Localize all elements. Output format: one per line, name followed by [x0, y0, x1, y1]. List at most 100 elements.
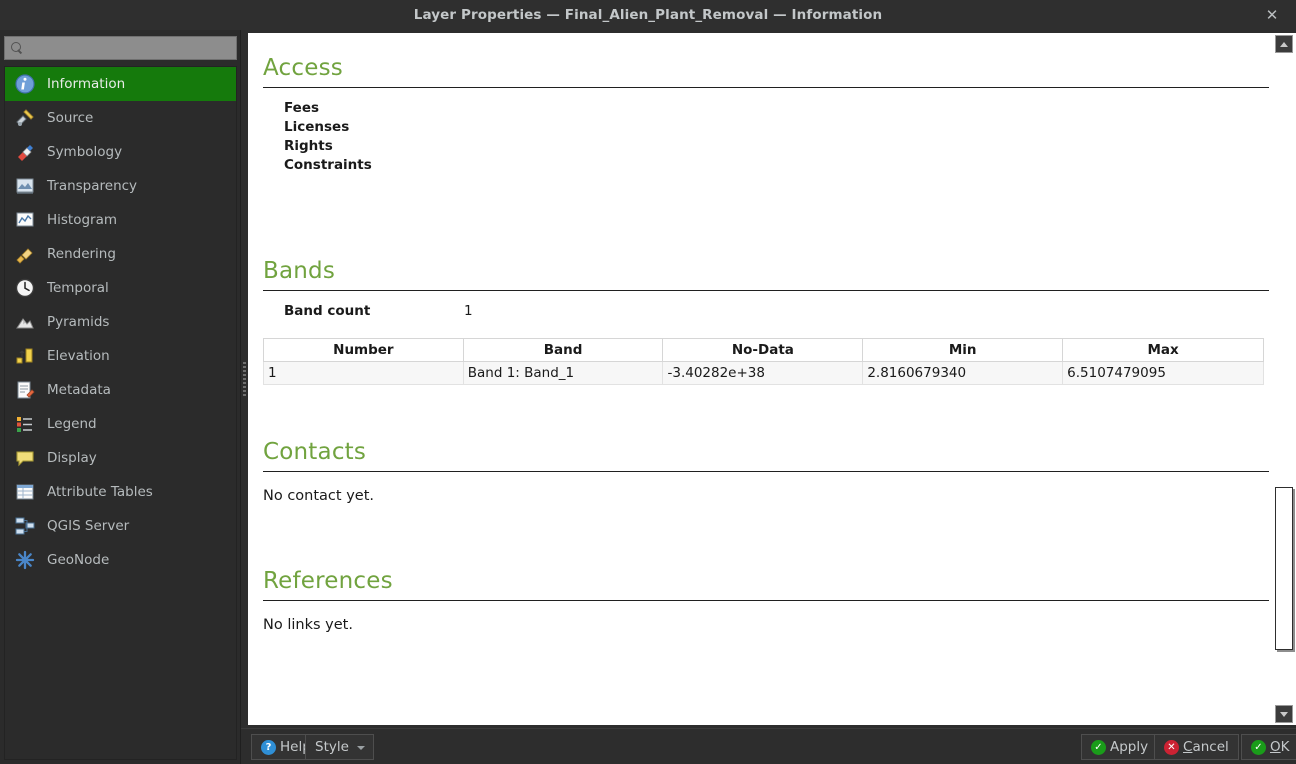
legend-icon: [14, 413, 36, 435]
section-title-contacts: Contacts: [263, 439, 367, 465]
section-title-access: Access: [263, 55, 343, 81]
information-icon: [14, 73, 36, 95]
ok-button-label: OK: [1270, 739, 1290, 755]
sidebar-item-label: Temporal: [47, 280, 109, 296]
section-contacts: Contacts No contact yet.: [263, 385, 1269, 504]
information-panel: Access Fees Licenses Rights Constraints Ban…: [248, 33, 1293, 725]
qgis-server-icon: [14, 515, 36, 537]
close-icon[interactable]: ✕: [1258, 0, 1286, 30]
bands-cell: 6.5107479095: [1062, 361, 1264, 385]
sidebar-item-label: Rendering: [47, 246, 116, 262]
bands-column-header: Number: [263, 338, 464, 362]
section-access: Access Fees Licenses Rights Constraints: [263, 33, 1269, 175]
search-input[interactable]: [24, 41, 230, 55]
sidebar-item-temporal[interactable]: Temporal: [5, 271, 236, 305]
histogram-icon: [14, 209, 36, 231]
transparency-icon: [14, 175, 36, 197]
scroll-up-arrow-icon[interactable]: [1275, 35, 1293, 53]
search-box[interactable]: [4, 36, 237, 60]
sidebar-item-attribute-tables[interactable]: Attribute Tables: [5, 475, 236, 509]
pyramids-icon: [14, 311, 36, 333]
chevron-down-icon: [356, 746, 365, 750]
bands-table-body: 1 Band 1: Band_1 -3.40282e+38 2.8160679340 6…: [263, 361, 1264, 385]
sidebar-item-information[interactable]: Information: [5, 67, 236, 101]
bands-table-header-row: Number Band No-Data Min Max: [263, 338, 1264, 362]
sidebar-item-metadata[interactable]: Metadata: [5, 373, 236, 407]
attribute-tables-icon: [14, 481, 36, 503]
symbology-icon: [14, 141, 36, 163]
sidebar-item-elevation[interactable]: Elevation: [5, 339, 236, 373]
dialog-button-bar: ? Help Style ✓ Apply ✕ Cancel ✓ OK: [241, 728, 1296, 764]
section-title-bands: Bands: [263, 258, 336, 284]
section-rule-references: [263, 600, 1269, 601]
sidebar-item-symbology[interactable]: Symbology: [5, 135, 236, 169]
sidebar-item-source[interactable]: Source: [5, 101, 236, 135]
sidebar-item-legend[interactable]: Legend: [5, 407, 236, 441]
bands-cell: -3.40282e+38: [662, 361, 864, 385]
bands-cell: Band 1: Band_1: [462, 361, 664, 385]
sidebar-item-histogram[interactable]: Histogram: [5, 203, 236, 237]
geonode-icon: [14, 549, 36, 571]
access-row: Licenses: [284, 119, 350, 135]
section-rule-bands: [263, 290, 1269, 291]
apply-button-label: Apply: [1110, 739, 1149, 755]
check-circle-icon: ✓: [1251, 739, 1266, 755]
scroll-down-arrow-icon[interactable]: [1275, 705, 1293, 723]
sidebar-item-label: Elevation: [47, 348, 110, 364]
section-bands: Bands Band count 1 Number Band No-Data Min M…: [263, 175, 1269, 385]
cancel-circle-icon: ✕: [1164, 739, 1179, 755]
band-count-row: Band count 1: [263, 303, 1269, 319]
sidebar-item-label: Information: [47, 76, 126, 92]
sidebar-item-geonode[interactable]: GeoNode: [5, 543, 236, 577]
rendering-icon: [14, 243, 36, 265]
elevation-icon: [14, 345, 36, 367]
layer-properties-dialog: Layer Properties — Final_Alien_Plant_Rem…: [0, 0, 1296, 764]
section-rule-contacts: [263, 471, 1269, 472]
bands-column-header: Min: [862, 338, 1064, 362]
sidebar-item-label: GeoNode: [47, 552, 110, 568]
cancel-button[interactable]: ✕ Cancel: [1154, 734, 1239, 760]
scrollbar-thumb[interactable]: [1275, 487, 1293, 650]
display-balloon-icon: [14, 447, 36, 469]
sidebar-item-label: Display: [47, 450, 97, 466]
bands-column-header: No-Data: [662, 338, 864, 362]
table-row: 1 Band 1: Band_1 -3.40282e+38 2.8160679340 6…: [263, 361, 1264, 385]
sidebar-item-qgis-server[interactable]: QGIS Server: [5, 509, 236, 543]
cancel-button-label: Cancel: [1183, 739, 1229, 755]
band-count-label: Band count: [284, 303, 371, 319]
style-button-label: Style: [315, 739, 349, 755]
style-button[interactable]: Style: [305, 734, 374, 760]
metadata-icon: [14, 379, 36, 401]
sidebar-item-label: Pyramids: [47, 314, 110, 330]
bands-column-header: Band: [462, 338, 664, 362]
ok-button[interactable]: ✓ OK: [1241, 734, 1296, 760]
sidebar-item-label: Attribute Tables: [47, 484, 153, 500]
sidebar-item-rendering[interactable]: Rendering: [5, 237, 236, 271]
vertical-scrollbar[interactable]: [1272, 33, 1296, 725]
access-row: Fees: [284, 100, 320, 116]
window-title: Layer Properties — Final_Alien_Plant_Rem…: [413, 7, 883, 23]
sidebar-item-label: Metadata: [47, 382, 111, 398]
band-count-value: 1: [464, 303, 473, 319]
bands-cell: 1: [263, 361, 464, 385]
section-references: References No links yet.: [263, 504, 1269, 633]
panel-splitter[interactable]: [241, 30, 248, 728]
sidebar-item-pyramids[interactable]: Pyramids: [5, 305, 236, 339]
sidebar: Information Source Symbology Transparency Hi…: [0, 30, 241, 764]
access-row: Constraints: [284, 157, 372, 173]
access-rows: Fees Licenses Rights Constraints: [263, 99, 1269, 175]
splitter-grip-icon: [243, 362, 246, 396]
temporal-clock-icon: [14, 277, 36, 299]
source-icon: [14, 107, 36, 129]
sidebar-item-label: Source: [47, 110, 94, 126]
sidebar-item-label: Transparency: [47, 178, 138, 194]
help-icon: ?: [261, 739, 276, 755]
references-text: No links yet.: [263, 617, 353, 633]
sidebar-item-label: Histogram: [47, 212, 118, 228]
access-row: Rights: [284, 138, 333, 154]
apply-button[interactable]: ✓ Apply: [1081, 734, 1159, 760]
sidebar-item-display[interactable]: Display: [5, 441, 236, 475]
sidebar-item-transparency[interactable]: Transparency: [5, 169, 236, 203]
sidebar-item-label: Legend: [47, 416, 97, 432]
check-circle-icon: ✓: [1091, 739, 1106, 755]
